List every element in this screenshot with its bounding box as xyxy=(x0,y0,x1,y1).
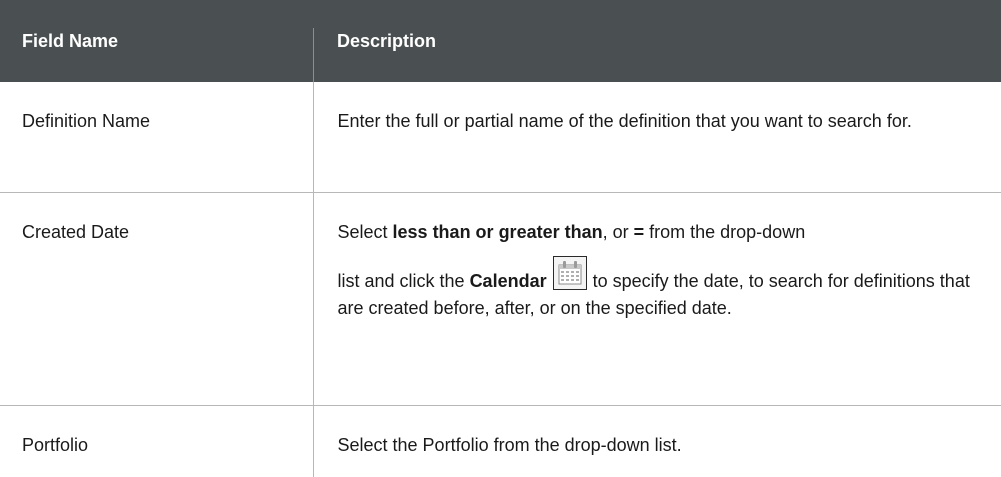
description-cell: Select less than or greater than, or = f… xyxy=(313,192,1001,406)
description-cell: Select the Portfolio from the drop-down … xyxy=(337,434,682,455)
desc-line-2: list and click the Calendar to specify t… xyxy=(337,255,990,320)
desc-bold: Calendar xyxy=(469,270,547,291)
desc-text: from the drop-down xyxy=(644,221,806,242)
desc-text: Select xyxy=(337,221,393,242)
table-row: Portfolio Select the Portfolio from the … xyxy=(0,405,1001,477)
field-description-table: Field Name Description Definition Name E… xyxy=(0,0,1001,477)
desc-line-1: Select less than or greater than, or = f… xyxy=(338,220,990,244)
table-body: Definition Name Enter the full or partia… xyxy=(0,82,1001,477)
field-name-cell: Definition Name xyxy=(0,82,314,193)
desc-text: list and click the xyxy=(337,270,470,291)
header-column-divider xyxy=(313,28,314,82)
field-name-cell: Created Date xyxy=(0,192,314,406)
header-description: Description xyxy=(313,0,1001,82)
table-row: Created Date Select less than or greater… xyxy=(0,192,1001,406)
field-name-cell: Portfolio xyxy=(0,405,314,477)
desc-text: , or xyxy=(602,221,634,242)
header-row: Field Name Description xyxy=(0,0,1001,82)
calendar-icon xyxy=(552,255,587,296)
table-header: Field Name Description xyxy=(0,0,1001,82)
header-field-name: Field Name xyxy=(0,0,313,82)
desc-bold: less than or greater than xyxy=(392,221,603,242)
desc-bold: = xyxy=(633,221,645,242)
table-row: Definition Name Enter the full or partia… xyxy=(0,82,1001,193)
description-cell: Enter the full or partial name of the de… xyxy=(313,82,1001,193)
